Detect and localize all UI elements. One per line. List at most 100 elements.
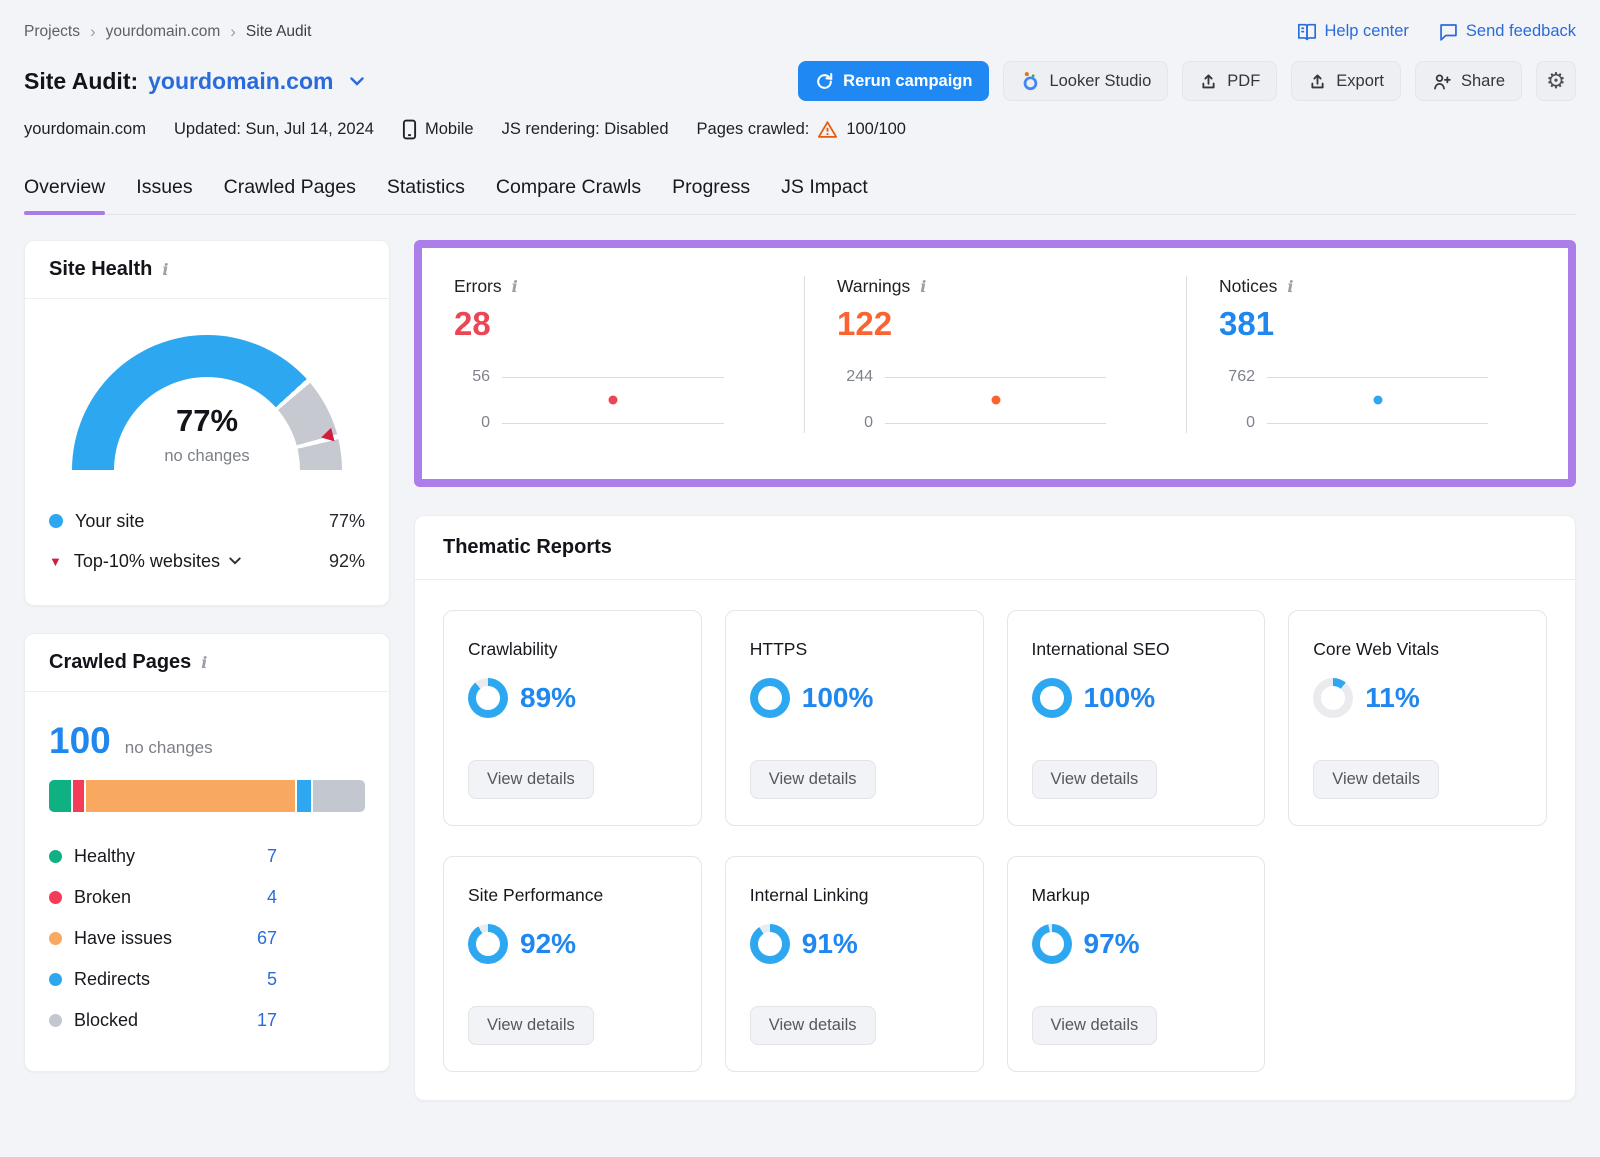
green-dot-icon [49,850,62,863]
meta-device: Mobile [402,119,474,140]
progress-ring-icon [1032,678,1072,718]
overview-content: Site Health i 77% no changes [24,240,1576,1101]
meta-domain: yourdomain.com [24,120,146,139]
legend-row-redirects: Redirects 5 [49,959,277,1000]
chevron-down-icon[interactable] [229,557,241,565]
orange-dot-icon [49,932,62,945]
mobile-phone-icon [402,119,417,140]
toolbar: Rerun campaign Looker Studio [798,61,1576,101]
site-health-score: 77% [72,403,342,439]
tab-compare-crawls[interactable]: Compare Crawls [496,176,641,214]
warnings-label: Warnings [837,276,910,297]
progress-ring-icon [750,678,790,718]
bar-segment-have-issues [84,780,296,812]
bar-segment-broken [71,780,84,812]
gridline [885,423,1106,424]
view-details-button[interactable]: View details [468,760,594,799]
looker-studio-button[interactable]: Looker Studio [1003,61,1168,101]
meta-updated: Updated: Sun, Jul 14, 2024 [174,120,374,139]
tab-crawled-pages[interactable]: Crawled Pages [224,176,356,214]
gridline [1267,377,1488,378]
upload-icon [1308,72,1327,91]
your-site-value: 77% [329,511,365,532]
bar-segment-healthy [49,780,71,812]
thematic-card-international-seo: International SEO 100% View details [1007,610,1266,826]
notices-data-point [1373,396,1382,405]
view-details-button[interactable]: View details [468,1006,594,1045]
rerun-campaign-label: Rerun campaign [843,72,972,91]
chevron-down-icon [350,77,364,86]
export-label: Export [1336,72,1384,91]
breadcrumb-projects[interactable]: Projects [24,23,80,41]
crawled-pages-stacked-bar [49,780,365,812]
info-icon[interactable]: i [512,279,518,295]
warnings-value[interactable]: 122 [837,305,1150,343]
progress-ring-icon [1032,924,1072,964]
gray-dot-icon [49,1014,62,1027]
breadcrumb-domain[interactable]: yourdomain.com [106,23,221,41]
blocked-count-link[interactable]: 17 [257,1010,277,1031]
info-icon[interactable]: i [920,279,926,295]
crawled-pages-total: 100 [49,720,111,762]
warnings-data-point [991,396,1000,405]
meta-row: yourdomain.com Updated: Sun, Jul 14, 202… [24,119,1576,140]
redirects-count-link[interactable]: 5 [267,969,277,990]
site-health-legend: Your site 77% ▼ Top-10% websites 92 [49,501,365,581]
pdf-button[interactable]: PDF [1182,61,1277,101]
rerun-campaign-button[interactable]: Rerun campaign [798,61,989,101]
share-label: Share [1461,72,1505,91]
settings-button[interactable]: ⚙ [1536,61,1576,101]
broken-label: Broken [74,887,131,908]
tab-overview[interactable]: Overview [24,176,105,214]
warnings-trend-chart: 244 0 [837,367,1150,433]
legend-row-blocked: Blocked 17 [49,1000,277,1041]
info-icon[interactable]: i [1287,279,1293,295]
breadcrumb-separator-icon: › [230,23,236,40]
red-triangle-icon: ▼ [49,555,62,568]
right-column: Errors i 28 56 0 [414,240,1576,1101]
view-details-button[interactable]: View details [1313,760,1439,799]
meta-js-rendering: JS rendering: Disabled [502,120,669,139]
tab-issues[interactable]: Issues [136,176,192,214]
view-details-button[interactable]: View details [1032,760,1158,799]
view-details-button[interactable]: View details [750,760,876,799]
warnings-stat: Warnings i 122 244 0 [804,276,1186,433]
upload-icon [1199,72,1218,91]
book-icon [1297,23,1317,41]
send-feedback-link[interactable]: Send feedback [1439,22,1576,41]
gridline [502,423,724,424]
tab-bar: Overview Issues Crawled Pages Statistics… [24,176,1576,215]
warning-triangle-icon [817,120,838,139]
page-title: Site Audit: yourdomain.com [24,68,364,95]
notices-stat: Notices i 381 762 0 [1186,276,1568,433]
help-center-label: Help center [1325,22,1409,41]
tab-js-impact[interactable]: JS Impact [781,176,868,214]
info-icon[interactable]: i [162,262,168,278]
export-button[interactable]: Export [1291,61,1401,101]
healthy-count-link[interactable]: 7 [267,846,277,867]
notices-value[interactable]: 381 [1219,305,1532,343]
progress-ring-icon [468,678,508,718]
info-icon[interactable]: i [201,655,207,671]
view-details-button[interactable]: View details [750,1006,876,1045]
errors-value[interactable]: 28 [454,305,768,343]
your-site-label: Your site [75,511,144,532]
progress-ring-icon [468,924,508,964]
crawled-pages-title: Crawled Pages [49,651,191,674]
errors-label: Errors [454,276,502,297]
blocked-label: Blocked [74,1010,138,1031]
card-title: Site Performance [468,885,677,906]
site-health-gauge: 77% no changes [72,335,342,475]
tab-progress[interactable]: Progress [672,176,750,214]
help-center-link[interactable]: Help center [1297,22,1409,41]
card-title: International SEO [1032,639,1241,660]
card-percent: 100% [1084,682,1156,714]
campaign-selector[interactable]: yourdomain.com [148,68,364,95]
view-details-button[interactable]: View details [1032,1006,1158,1045]
broken-count-link[interactable]: 4 [267,887,277,908]
share-button[interactable]: Share [1415,61,1522,101]
tab-statistics[interactable]: Statistics [387,176,465,214]
crawled-pages-body: 100 no changes Healthy [25,692,389,1071]
have-issues-count-link[interactable]: 67 [257,928,277,949]
notices-trend-chart: 762 0 [1219,367,1532,433]
